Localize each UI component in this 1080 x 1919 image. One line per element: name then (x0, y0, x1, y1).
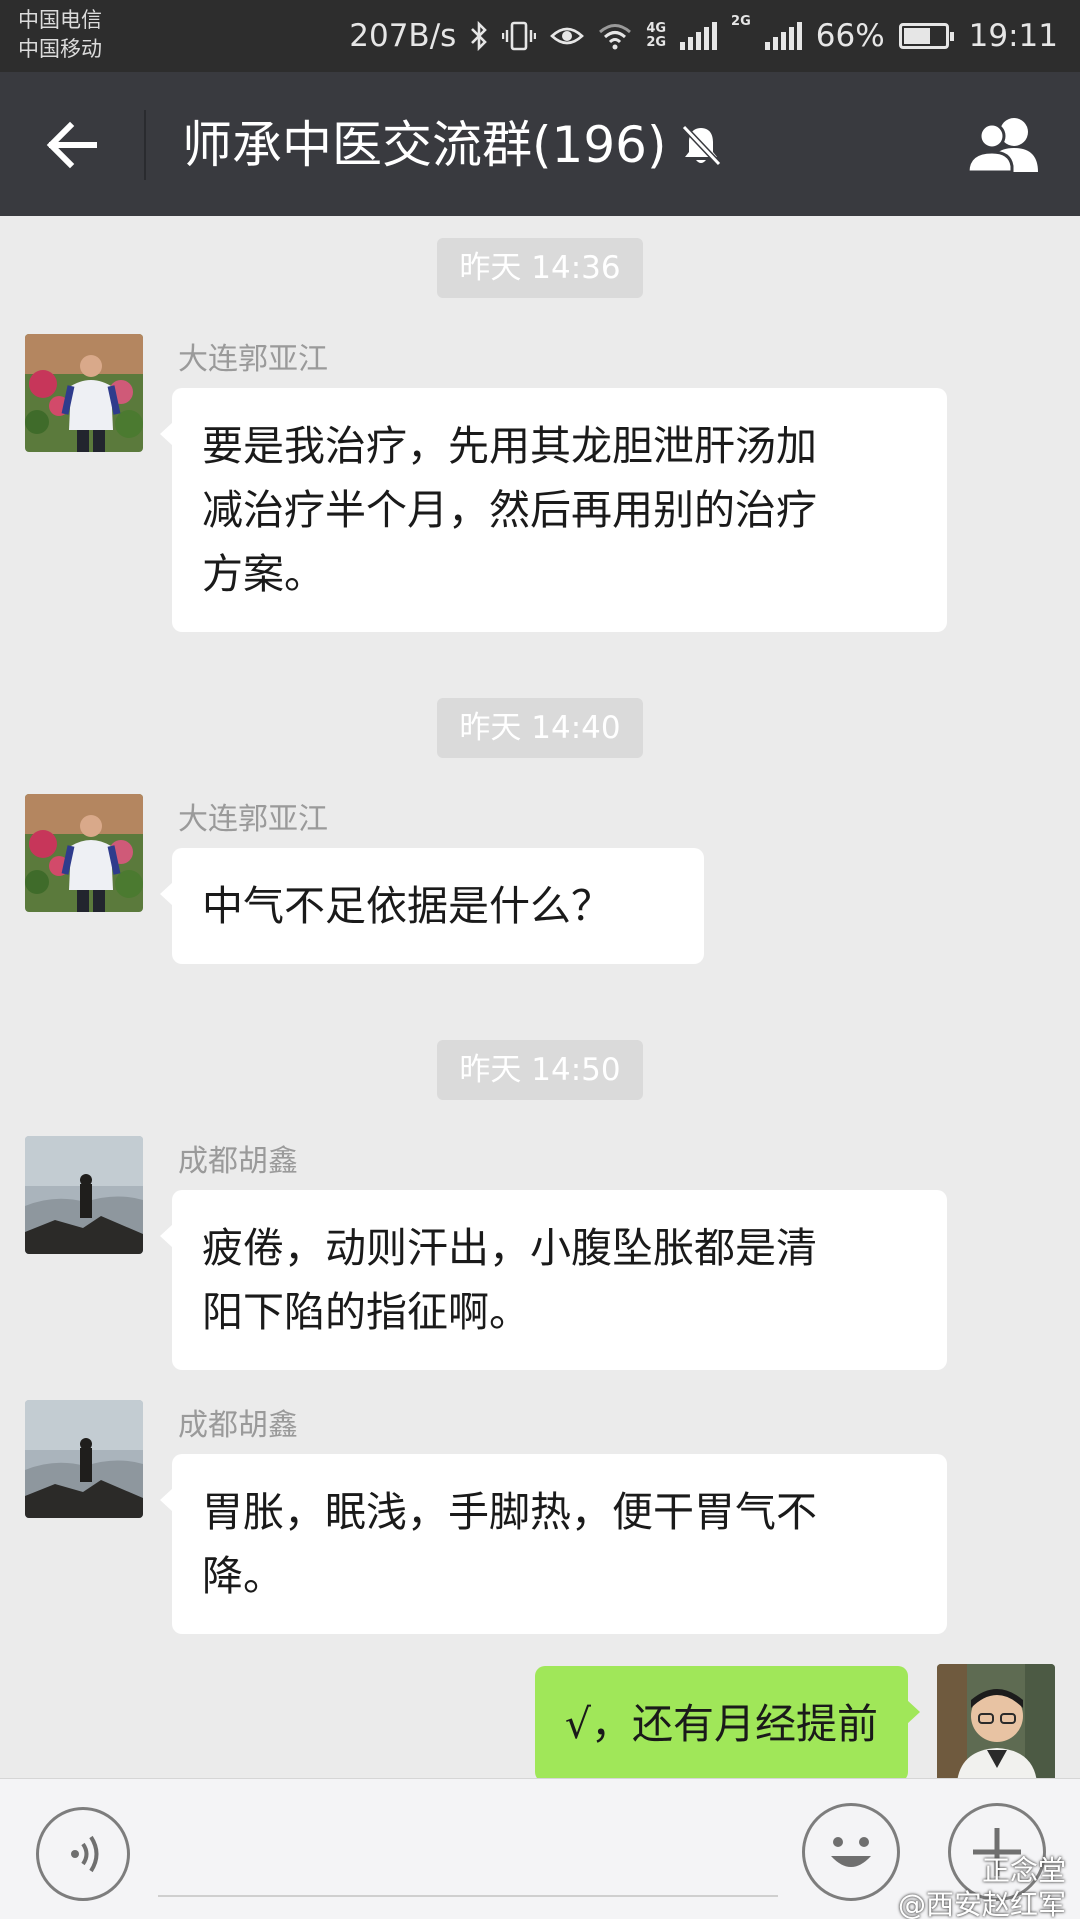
message-line: 减治疗半个月，然后再用别的治疗 (202, 486, 817, 534)
message-bubble[interactable]: 要是我治疗，先用其龙胆泄肝汤加 减治疗半个月，然后再用别的治疗 方案。 (160, 388, 947, 632)
watermark: 正念堂 @西安赵红军 (898, 1854, 1066, 1919)
wifi-icon (599, 24, 632, 50)
chat-title: 师承中医交流群(196) (182, 110, 724, 180)
watermark-line-1: 正念堂 (981, 1854, 1066, 1887)
text-input[interactable] (158, 1895, 778, 1897)
avatar-photo-man-garden (25, 794, 143, 912)
vibrate-icon (502, 21, 537, 51)
net-speed: 207B/s (349, 18, 457, 54)
network-type-2g: 2G (646, 35, 667, 50)
avatar[interactable] (25, 1400, 143, 1518)
eye-icon (550, 27, 585, 45)
sender-name: 成都胡鑫 (178, 1144, 298, 1179)
clock: 19:11 (968, 18, 1058, 54)
avatar[interactable] (25, 794, 143, 912)
message-line: 胃胀，眠浅，手脚热，便干胃气不 (202, 1488, 817, 1536)
sender-name: 成都胡鑫 (178, 1408, 298, 1443)
sender-name: 大连郭亚江 (178, 802, 328, 837)
bluetooth-icon (471, 20, 488, 52)
watermark-line-2: @西安赵红军 (897, 1888, 1066, 1919)
avatar-photo-man-glasses (937, 1664, 1055, 1782)
network-type-4g: 4G (646, 21, 667, 36)
message-line: 降。 (202, 1552, 284, 1600)
avatar[interactable] (25, 1136, 143, 1254)
sender-name: 大连郭亚江 (178, 342, 328, 377)
status-bar: 中国电信 中国移动 207B/s 4G 2G 2G 66% 19:11 (0, 0, 1080, 72)
message-bubble[interactable]: 胃胀，眠浅，手脚热，便干胃气不 降。 (160, 1454, 947, 1634)
avatar-photo-wanderer (25, 1400, 143, 1518)
battery-icon (898, 23, 954, 49)
status-icons: 207B/s 4G 2G 2G 66% 19:11 (349, 14, 1058, 58)
voice-waves-icon (71, 1835, 99, 1873)
carrier-1: 中国电信 (18, 8, 102, 32)
timestamp: 昨天 14:50 (437, 1040, 643, 1100)
signal-icon (680, 22, 718, 50)
avatar-self[interactable] (937, 1664, 1055, 1782)
header-divider (144, 110, 146, 180)
message-line: 中气不足依据是什么？ (202, 882, 612, 930)
bell-off-icon (682, 124, 722, 167)
message-line: 疲倦，动则汗出，小腹坠胀都是清 (202, 1224, 817, 1272)
message-line: 阳下陷的指征啊。 (202, 1288, 530, 1336)
battery-percent: 66% (815, 18, 885, 54)
group-icon[interactable] (962, 112, 1048, 178)
emoji-icon[interactable] (802, 1803, 900, 1901)
arrow-left-icon[interactable] (40, 112, 106, 178)
network-type-stack: 4G 2G (646, 22, 666, 50)
smiley-face-icon (831, 1837, 871, 1867)
message-line: √，还有月经提前 (564, 1700, 878, 1748)
timestamp: 昨天 14:40 (437, 698, 643, 758)
timestamp: 昨天 14:36 (437, 238, 643, 298)
avatar-photo-wanderer (25, 1136, 143, 1254)
avatar-photo-man-garden (25, 334, 143, 452)
battery-fill (903, 28, 930, 44)
network-type-2g-b: 2G (731, 14, 751, 29)
message-line: 要是我治疗，先用其龙胆泄肝汤加 (202, 422, 817, 470)
voice-icon[interactable] (36, 1807, 130, 1901)
message-line: 方案。 (202, 550, 325, 598)
avatar[interactable] (25, 334, 143, 452)
chat-header: 师承中医交流群(196) (0, 72, 1080, 216)
carrier-info: 中国电信 中国移动 (18, 6, 102, 64)
message-bubble[interactable]: 疲倦，动则汗出，小腹坠胀都是清 阳下陷的指征啊。 (160, 1190, 947, 1370)
group-name: 师承中医交流群(196) (182, 116, 667, 174)
message-bubble-own[interactable]: √，还有月经提前 (534, 1666, 921, 1782)
carrier-2: 中国移动 (18, 37, 102, 61)
message-bubble[interactable]: 中气不足依据是什么？ (160, 848, 704, 964)
signal-icon-2 (764, 22, 802, 50)
